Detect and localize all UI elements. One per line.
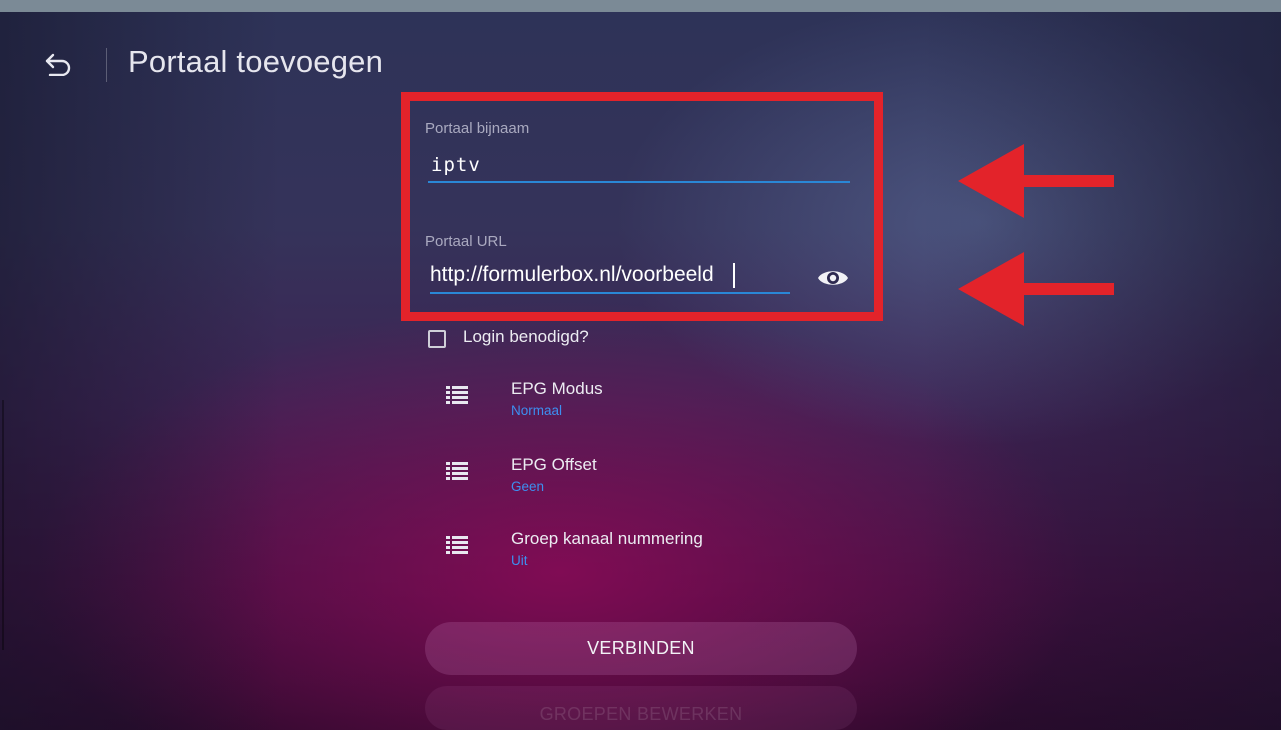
right-vignette xyxy=(921,12,1281,730)
setting-value: Uit xyxy=(511,553,528,568)
header-divider xyxy=(106,48,107,82)
list-icon xyxy=(446,536,468,554)
setting-epg-mode[interactable]: EPG Modus Normaal xyxy=(446,379,866,439)
setting-title: EPG Modus xyxy=(511,379,603,398)
setting-epg-offset[interactable]: EPG Offset Geen xyxy=(446,455,866,515)
page-title: Portaal toevoegen xyxy=(128,44,384,79)
edit-groups-button[interactable]: GROEPEN BEWERKEN xyxy=(425,686,857,730)
left-edge-line xyxy=(2,400,4,650)
setting-value: Geen xyxy=(511,479,545,494)
highlight-box xyxy=(401,92,883,321)
setting-title: Groep kanaal nummering xyxy=(511,529,703,548)
top-strip xyxy=(0,0,1281,12)
back-arrow-icon[interactable] xyxy=(44,52,72,76)
setting-value: Normaal xyxy=(511,403,563,418)
annotation-arrow-top xyxy=(958,144,1114,218)
setting-title: EPG Offset xyxy=(511,455,597,474)
list-icon xyxy=(446,386,468,404)
setting-group-channel-numbering[interactable]: Groep kanaal nummering Uit xyxy=(446,529,866,589)
login-checkbox[interactable] xyxy=(428,330,446,348)
login-checkbox-label[interactable]: Login benodigd? xyxy=(463,327,589,347)
annotation-arrow-bottom xyxy=(958,252,1114,326)
list-icon xyxy=(446,462,468,480)
left-vignette xyxy=(0,12,280,730)
connect-button[interactable]: VERBINDEN xyxy=(425,622,857,675)
